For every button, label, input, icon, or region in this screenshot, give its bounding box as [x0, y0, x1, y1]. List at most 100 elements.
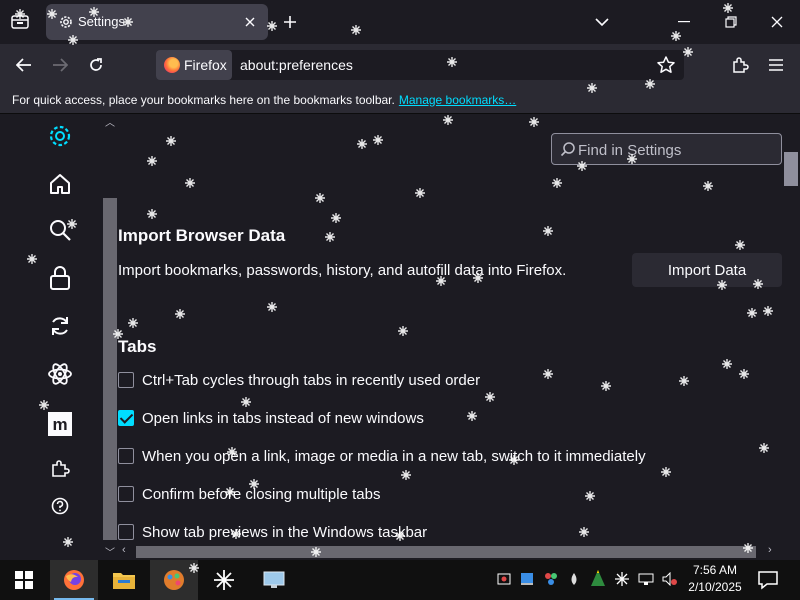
puzzle-icon — [733, 57, 749, 73]
close-window-button[interactable] — [763, 8, 791, 36]
firefox-view-button[interactable] — [8, 10, 32, 34]
snowflake-app-icon — [214, 570, 234, 590]
option-open-links-in-tabs[interactable]: Open links in tabs instead of new window… — [118, 406, 424, 430]
address-bar[interactable]: Firefox about:preferences — [156, 50, 684, 80]
reload-icon — [90, 58, 102, 71]
option-tab-previews-taskbar[interactable]: Show tab previews in the Windows taskbar — [118, 520, 427, 544]
new-tab-button[interactable] — [278, 10, 302, 34]
restore-button[interactable] — [717, 8, 745, 36]
lock-icon — [50, 266, 70, 290]
category-support[interactable] — [44, 490, 76, 522]
option-label: Ctrl+Tab cycles through tabs in recently… — [142, 371, 481, 389]
home-icon — [50, 174, 70, 194]
option-ctrl-tab[interactable]: Ctrl+Tab cycles through tabs in recently… — [118, 368, 480, 392]
notification-center-icon[interactable] — [756, 568, 780, 592]
option-label: Open links in tabs instead of new window… — [142, 409, 424, 427]
minimize-button[interactable] — [670, 8, 698, 36]
preferences-page: m ︿ ﹀ Import Browser Da — [0, 114, 800, 560]
close-icon — [771, 16, 783, 28]
search-icon — [560, 142, 575, 157]
page-scrollbar[interactable] — [782, 114, 800, 544]
scroll-up-icon[interactable]: ︿ — [105, 114, 115, 129]
category-privacy[interactable] — [44, 262, 76, 294]
clock-date: 2/10/2025 — [688, 580, 742, 594]
reload-button[interactable] — [82, 51, 110, 79]
tray-network-icon[interactable] — [638, 570, 654, 588]
extensions-button[interactable] — [726, 51, 754, 79]
tray-snow-icon[interactable] — [614, 570, 630, 588]
category-search[interactable] — [44, 214, 76, 246]
firefox-view-icon — [11, 15, 29, 29]
app-menu-button[interactable] — [762, 51, 790, 79]
tray-network-app-icon[interactable] — [543, 570, 559, 588]
checkbox[interactable] — [118, 448, 134, 464]
close-icon — [245, 17, 255, 27]
paint-icon — [164, 570, 184, 590]
scrollbar-thumb[interactable] — [784, 152, 798, 186]
christmas-tree-icon — [591, 570, 605, 586]
atom-icon — [48, 363, 72, 385]
tray-storage-icon[interactable] — [519, 570, 535, 588]
tray-drop-icon[interactable] — [566, 570, 582, 588]
taskbar-control-panel[interactable] — [250, 560, 298, 600]
volume-muted-icon — [662, 572, 677, 586]
scrollbar-thumb[interactable] — [103, 198, 117, 540]
category-extensions-themes[interactable] — [44, 452, 76, 484]
category-home[interactable] — [44, 168, 76, 200]
identity-box[interactable]: Firefox — [156, 50, 232, 80]
drive-icon — [521, 573, 533, 585]
search-input[interactable] — [578, 138, 774, 162]
sidebar-scrollbar[interactable]: ︿ ﹀ — [101, 114, 119, 560]
horizontal-scrollbar[interactable]: ‹ › — [118, 544, 782, 560]
scroll-down-icon[interactable]: ﹀ — [105, 544, 115, 559]
folder-icon — [113, 573, 135, 589]
find-in-settings[interactable] — [551, 133, 782, 165]
bookmark-star-icon[interactable] — [656, 55, 676, 75]
checkbox[interactable] — [118, 372, 134, 388]
scroll-right-icon[interactable]: › — [768, 544, 772, 556]
category-general[interactable] — [44, 120, 76, 152]
back-button[interactable] — [10, 51, 38, 79]
scrollbar-thumb[interactable] — [136, 546, 756, 558]
windows-logo-icon — [15, 571, 33, 589]
puzzle-icon — [52, 460, 70, 477]
tray-volume-icon[interactable] — [662, 570, 678, 588]
title-bar: Settings — [0, 0, 800, 44]
chevron-down-icon — [595, 18, 609, 27]
navigation-toolbar: Firefox about:preferences — [0, 44, 800, 86]
checkbox[interactable] — [118, 524, 134, 540]
import-data-button[interactable]: Import Data — [632, 253, 782, 287]
option-switch-to-new-tab[interactable]: When you open a link, image or media in … — [118, 444, 646, 468]
option-label: Confirm before closing multiple tabs — [142, 485, 381, 503]
start-button[interactable] — [0, 560, 48, 600]
plus-icon — [284, 16, 296, 28]
windows-taskbar: 7:56 AM 2/10/2025 — [0, 560, 800, 600]
tab-settings[interactable]: Settings — [46, 4, 268, 40]
taskbar-file-explorer[interactable] — [100, 560, 148, 600]
settings-main-pane: Import Browser Data Import bookmarks, pa… — [118, 114, 782, 544]
category-more-from-mozilla[interactable]: m — [44, 408, 76, 440]
import-browser-data-heading: Import Browser Data — [118, 226, 286, 245]
category-experimental[interactable] — [44, 358, 76, 390]
taskbar-clock[interactable]: 7:56 AM 2/10/2025 — [684, 562, 746, 596]
manage-bookmarks-link[interactable]: Manage bookmarks… — [399, 93, 516, 107]
search-icon — [50, 220, 71, 241]
scroll-left-icon[interactable]: ‹ — [122, 544, 126, 556]
tray-app-icon[interactable] — [496, 570, 512, 588]
tray-tree-icon[interactable] — [590, 570, 606, 588]
close-tab-button[interactable] — [240, 12, 260, 32]
option-confirm-close-tabs[interactable]: Confirm before closing multiple tabs — [118, 482, 380, 506]
taskbar-firefox[interactable] — [50, 560, 98, 600]
list-all-tabs-button[interactable] — [590, 10, 614, 34]
import-description: Import bookmarks, passwords, history, an… — [118, 262, 567, 279]
taskbar-paint-app[interactable] — [150, 560, 198, 600]
option-label: When you open a link, image or media in … — [142, 447, 646, 465]
checkbox-checked[interactable] — [118, 410, 134, 426]
hamburger-menu-icon — [769, 59, 783, 71]
forward-button[interactable] — [46, 51, 74, 79]
checkbox[interactable] — [118, 486, 134, 502]
tabs-heading: Tabs — [118, 337, 157, 356]
category-sync[interactable] — [44, 310, 76, 342]
url-text[interactable]: about:preferences — [240, 57, 353, 73]
taskbar-snipping-tool[interactable] — [200, 560, 248, 600]
